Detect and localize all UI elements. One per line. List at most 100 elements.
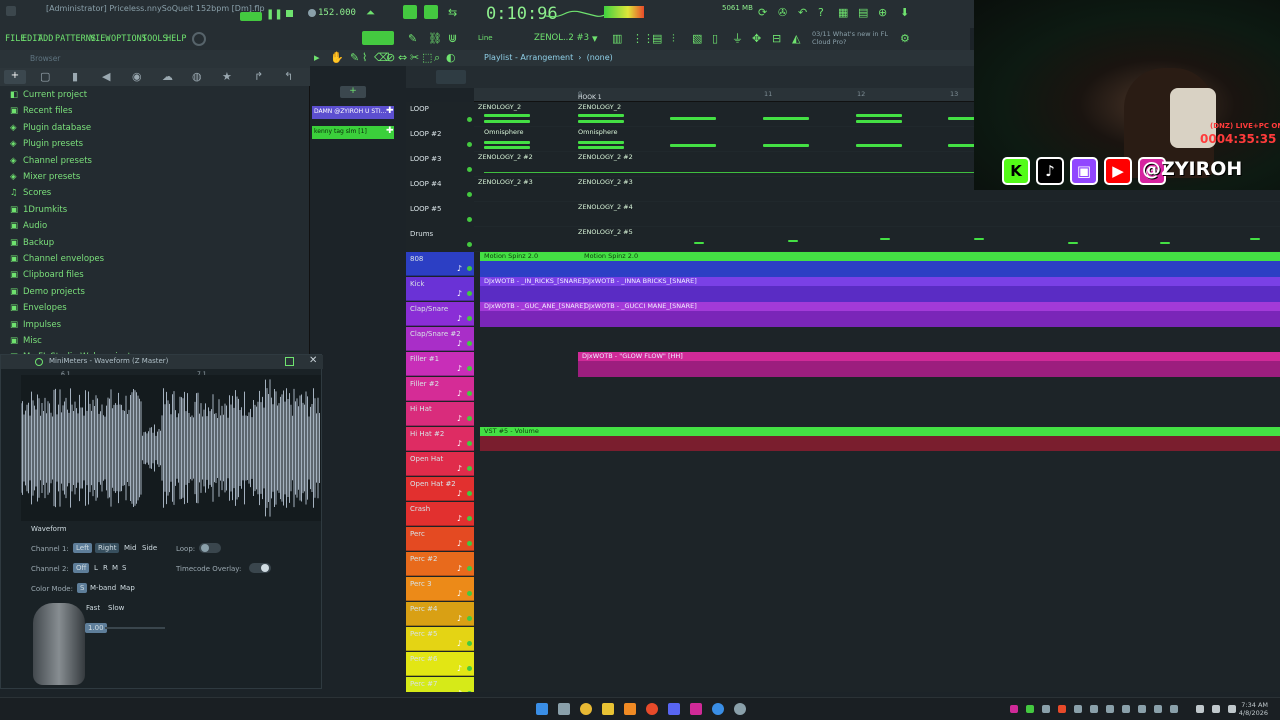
mute-led[interactable] xyxy=(467,391,472,396)
channel1-mid-button[interactable]: Mid xyxy=(121,543,139,553)
browser-all-tab[interactable]: + xyxy=(4,70,26,84)
playback-tool-icon[interactable]: ◐ xyxy=(446,52,456,64)
tab-speaker-icon[interactable]: ◀ xyxy=(102,71,110,83)
tab-file-icon[interactable]: ▮ xyxy=(72,71,78,83)
track-lane-drums[interactable]: ZENOLOGY_2 #5 xyxy=(474,227,1280,252)
mute-led[interactable] xyxy=(467,192,472,197)
record-icon[interactable] xyxy=(308,9,316,17)
play-icon[interactable]: ❚❚ xyxy=(266,9,283,20)
mute-led[interactable] xyxy=(467,291,472,296)
plug-icon[interactable]: ⏚ xyxy=(732,33,743,45)
playlist-pattern[interactable]: (none) xyxy=(587,53,613,62)
browser-item[interactable]: ◈ Plugin database xyxy=(10,123,91,133)
taskbar-clock[interactable]: 7:34 AM 4/8/2026 xyxy=(1239,701,1268,717)
pencil-tool-icon[interactable]: ✎ xyxy=(350,52,359,64)
mute-led[interactable] xyxy=(467,566,472,571)
channel2-off-button[interactable]: Off xyxy=(73,563,90,573)
clip-label[interactable]: ZENOLOGY_2 #4 xyxy=(578,203,633,211)
mute-led[interactable] xyxy=(467,691,472,692)
rack-add-button[interactable]: + xyxy=(340,86,366,98)
channel2-s-button[interactable]: S xyxy=(119,563,129,573)
track-header[interactable]: Perc #4 ♪ xyxy=(406,602,474,626)
file-explorer-icon[interactable] xyxy=(602,703,614,715)
browser-item[interactable]: ▣ Envelopes xyxy=(10,303,67,313)
wrench-icon[interactable]: ✥ xyxy=(752,33,761,45)
tab-plugin-icon[interactable]: ◉ xyxy=(132,71,142,83)
tab-star-icon[interactable]: ★ xyxy=(222,71,232,83)
plugin-icon[interactable]: ⊕ xyxy=(878,7,887,19)
pattern-selector[interactable]: ZENOL..2 #3 xyxy=(534,33,589,43)
menu-add[interactable]: ADD xyxy=(38,34,53,44)
browser-item[interactable]: ▣ Impulses xyxy=(10,320,61,330)
browser-item[interactable]: ▣ Audio xyxy=(10,221,47,231)
mute-led[interactable] xyxy=(467,242,472,247)
track-header[interactable]: Drums xyxy=(406,227,474,251)
playlist-icon[interactable]: ▤ xyxy=(652,33,662,45)
mute-led[interactable] xyxy=(467,666,472,671)
tempo-display[interactable]: 152.000 xyxy=(318,8,356,18)
mute-led[interactable] xyxy=(467,416,472,421)
track-header[interactable]: Hi Hat #2 ♪ xyxy=(406,427,474,451)
browser-item[interactable]: ▣ 1Drumkits xyxy=(10,205,67,215)
track-header[interactable]: Clap/Snare ♪ xyxy=(406,302,474,326)
slip-tool-icon[interactable]: ⇔ xyxy=(398,52,407,64)
track-header[interactable]: Perc #5 ♪ xyxy=(406,627,474,651)
mute-led[interactable] xyxy=(467,516,472,521)
metronome-icon[interactable]: ⏶ xyxy=(366,7,375,19)
browser-item[interactable]: ▣ Recent files xyxy=(10,106,72,116)
tab-project-icon[interactable]: ▢ xyxy=(40,71,50,83)
battery-icon[interactable] xyxy=(1228,705,1236,713)
rack-channel-plus-icon[interactable]: ✚ xyxy=(386,126,394,136)
browser-item[interactable]: ◧ Current project xyxy=(10,90,87,100)
track-header[interactable]: Filler #2 ♪ xyxy=(406,377,474,401)
mute-led[interactable] xyxy=(467,316,472,321)
track-header[interactable]: Open Hat ♪ xyxy=(406,452,474,476)
speed-fast-button[interactable]: Fast xyxy=(83,603,103,613)
wait-record-button[interactable] xyxy=(403,5,417,19)
piano-roll-icon[interactable]: ▤ xyxy=(858,7,868,19)
mute-led[interactable] xyxy=(467,441,472,446)
clip-automation[interactable]: VST #5 - Volume xyxy=(480,427,1280,451)
menu-help[interactable]: HELP xyxy=(166,34,186,44)
tray-icon[interactable] xyxy=(1170,705,1178,713)
mute-led[interactable] xyxy=(467,491,472,496)
mute-led[interactable] xyxy=(467,541,472,546)
close-icon[interactable]: ✕ xyxy=(309,355,317,366)
rack-channel-plus-icon[interactable]: ✚ xyxy=(386,106,394,116)
wifi-icon[interactable] xyxy=(1196,705,1204,713)
brush-tool-icon[interactable]: ⌇ xyxy=(362,52,367,64)
clip-filler[interactable]: DJxWOTB - "GLOW FLOW" [HH] xyxy=(578,352,1280,377)
clip-label[interactable]: ZENOLOGY_2 xyxy=(478,103,521,111)
mic-icon[interactable]: ✇ xyxy=(778,7,787,19)
clip-label[interactable]: Omnisphere xyxy=(484,128,524,136)
hook-marker[interactable]: HOOK 1 xyxy=(578,94,602,101)
clip-808[interactable]: Motion Spinz 2.0 Motion Spinz 2.0 xyxy=(480,252,1280,277)
tray-icon[interactable] xyxy=(1106,705,1114,713)
track-header[interactable]: Hi Hat ♪ xyxy=(406,402,474,426)
clip-label[interactable]: ZENOLOGY_2 #2 xyxy=(578,153,633,161)
slice-tool-icon[interactable]: ✂ xyxy=(410,52,419,64)
tray-icon[interactable] xyxy=(1010,705,1018,713)
timecode-toggle[interactable] xyxy=(249,563,271,573)
song-mode-button[interactable] xyxy=(240,12,262,21)
magnet-icon[interactable]: ⋓ xyxy=(448,33,457,45)
clip-label[interactable]: ZENOLOGY_2 #2 xyxy=(478,153,533,161)
channel1-right-button[interactable]: Right xyxy=(95,543,120,553)
track-lane-loop-5[interactable]: ZENOLOGY_2 #4 xyxy=(474,202,1280,227)
clip-kick[interactable]: DJxWOTB - _IN_RICKS_[SNARE] DJxWOTB - _IN… xyxy=(480,277,1280,302)
clip-label[interactable]: ZENOLOGY_2 xyxy=(578,103,621,111)
pattern-mode-button[interactable] xyxy=(362,31,394,45)
mute-led[interactable] xyxy=(467,217,472,222)
tray-icon[interactable] xyxy=(1026,705,1034,713)
snap-label[interactable]: Line xyxy=(478,34,493,42)
download-icon[interactable]: ⬇ xyxy=(900,7,909,19)
tray-icon[interactable] xyxy=(1042,705,1050,713)
menu-view[interactable]: VIEW xyxy=(90,34,110,44)
clip-clap-snare[interactable]: DJxWOTB - _GUC_ANE_[SNARE] DJxWOTB - _GUC… xyxy=(480,302,1280,327)
clip-label[interactable]: ZENOLOGY_2 #3 xyxy=(578,178,633,186)
track-header[interactable]: Kick ♪ xyxy=(406,277,474,301)
track-header[interactable]: Crash ♪ xyxy=(406,502,474,526)
chrome-icon[interactable] xyxy=(580,703,592,715)
undo-icon[interactable]: ↶ xyxy=(798,7,807,19)
browser-item[interactable]: ▣ Demo projects xyxy=(10,287,85,297)
